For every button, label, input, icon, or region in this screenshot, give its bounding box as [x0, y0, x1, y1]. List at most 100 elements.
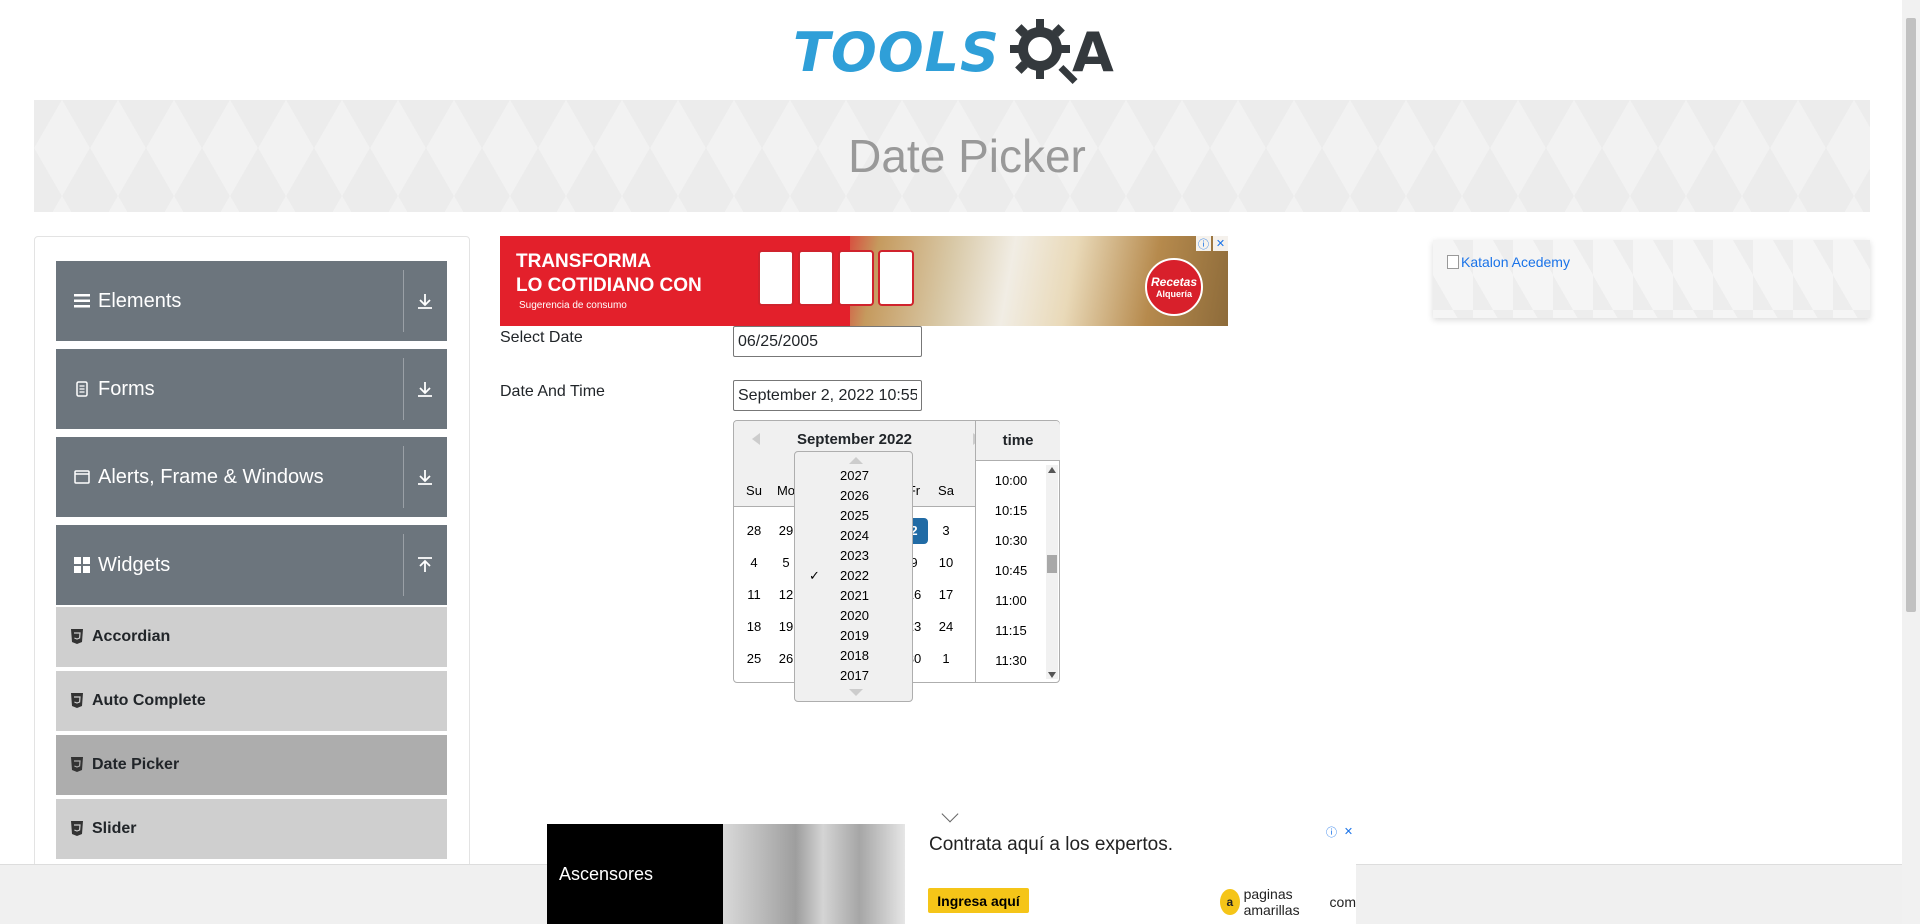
page-scrollbar-thumb[interactable]: [1906, 18, 1916, 612]
ad-product-image: [798, 250, 834, 306]
page-banner: Date Picker: [34, 100, 1870, 212]
sidebar-item-label: Accordian: [92, 628, 171, 645]
year-option[interactable]: 2017: [795, 668, 914, 683]
ad-info-icon[interactable]: ⓘ: [1196, 236, 1211, 251]
collapse-chevron-icon[interactable]: [941, 805, 959, 823]
ad-controls: ⓘ ✕: [1196, 236, 1228, 251]
time-option[interactable]: 10:00: [976, 473, 1046, 488]
time-header: time: [976, 421, 1060, 461]
broken-image: Katalon Acedemy: [1447, 254, 1570, 270]
ad-brand-suffix: com: [1329, 894, 1356, 910]
ad-info-icon[interactable]: ⓘ: [1324, 824, 1339, 839]
sidebar-group-label: Widgets: [98, 553, 171, 576]
html5-icon: [71, 693, 83, 708]
scroll-up-arrow-icon[interactable]: [1048, 467, 1056, 473]
year-scroll-down-icon[interactable]: [849, 689, 863, 696]
sidebar-group-label: Elements: [98, 289, 182, 312]
calendar-day[interactable]: 17: [932, 582, 960, 608]
divider: [403, 534, 404, 596]
calendar-day[interactable]: 28: [740, 518, 768, 544]
sidebar-group-widgets[interactable]: Widgets: [56, 525, 447, 605]
calendar-day[interactable]: 18: [740, 614, 768, 640]
sidebar-item-label: Slider: [92, 820, 137, 837]
year-option[interactable]: 2025: [795, 508, 914, 523]
upload-arrow-icon: [418, 557, 432, 572]
year-option[interactable]: 2023: [795, 548, 914, 563]
calendar-day[interactable]: 3: [932, 518, 960, 544]
year-option[interactable]: 2018: [795, 648, 914, 663]
time-option[interactable]: 11:15: [976, 623, 1046, 638]
paginas-amarillas-icon: a: [1220, 889, 1240, 915]
download-arrow-icon: [418, 382, 432, 397]
date-and-time-input[interactable]: [733, 380, 922, 411]
window-icon: [72, 467, 92, 487]
time-option[interactable]: 10:30: [976, 533, 1046, 548]
day-name: Su: [746, 483, 762, 498]
sidebar: Elements Forms Alerts, Frame & Windows W…: [34, 236, 470, 924]
ad-bottom-headline: Contrata aquí a los expertos.: [929, 834, 1173, 855]
divider: [403, 270, 404, 332]
scroll-down-arrow-icon[interactable]: [1048, 672, 1056, 678]
ad-bottom-controls: ⓘ ✕: [1324, 824, 1356, 839]
year-option[interactable]: 2026: [795, 488, 914, 503]
ad-brand: a paginas amarillas com: [1220, 886, 1356, 918]
ad-banner-top[interactable]: TRANSFORMA LO COTIDIANO CON Sugerencia d…: [500, 236, 1228, 326]
ad-elevator-image: [723, 824, 905, 924]
toolsqa-logo[interactable]: TOOLS A: [793, 14, 1115, 90]
time-option[interactable]: 11:00: [976, 593, 1046, 608]
ad-product-image: [758, 250, 794, 306]
year-scroll-up-icon[interactable]: [849, 457, 863, 464]
select-date-label: Select Date: [500, 329, 583, 346]
year-option[interactable]: 2021: [795, 588, 914, 603]
ad-cta-button[interactable]: Ingresa aquí: [928, 888, 1029, 913]
calendar-day[interactable]: 25: [740, 646, 768, 672]
calendar-day[interactable]: 1: [932, 646, 960, 672]
calendar-day[interactable]: 4: [740, 550, 768, 576]
year-option[interactable]: 2019: [795, 628, 914, 643]
ad-close-icon[interactable]: ✕: [1341, 824, 1356, 839]
year-option[interactable]: 2020: [795, 608, 914, 623]
calendar-day[interactable]: 24: [932, 614, 960, 640]
day-name: Sa: [938, 483, 954, 498]
sidebar-group-alerts[interactable]: Alerts, Frame & Windows: [56, 437, 447, 517]
time-scrollbar-thumb[interactable]: [1047, 555, 1057, 573]
sidebar-group-label: Alerts, Frame & Windows: [98, 465, 324, 488]
sidebar-item-accordian[interactable]: Accordian: [56, 607, 447, 669]
year-option[interactable]: 2027: [795, 468, 914, 483]
sidebar-item-auto-complete[interactable]: Auto Complete: [56, 671, 447, 733]
sidebar-item-slider[interactable]: Slider: [56, 799, 447, 861]
sidebar-group-elements[interactable]: Elements: [56, 261, 447, 341]
time-option[interactable]: 10:15: [976, 503, 1046, 518]
ad-banner-bottom[interactable]: Ascensores Contrata aquí a los expertos.…: [547, 824, 1356, 924]
current-month-label: September 2022: [796, 431, 913, 448]
sidebar-group-forms[interactable]: Forms: [56, 349, 447, 429]
logo-text-suffix: A: [1071, 20, 1114, 84]
ad-headline-line-2: LO COTIDIANO CON: [516, 275, 702, 296]
ad-brand-badge: Recetas Alquería: [1145, 258, 1203, 316]
select-date-input[interactable]: [733, 326, 922, 357]
ad-badge-subtext: Alquería: [1155, 289, 1192, 299]
ad-category: Ascensores: [547, 824, 723, 924]
html5-icon: [71, 629, 83, 644]
time-option[interactable]: 10:45: [976, 563, 1046, 578]
ad-right-katalon[interactable]: Katalon Acedemy: [1433, 240, 1870, 318]
download-arrow-icon: [418, 294, 432, 309]
html5-icon: [71, 757, 83, 772]
calendar-day[interactable]: 10: [932, 550, 960, 576]
date-and-time-label: Date And Time: [500, 383, 605, 400]
page-title: Date Picker: [848, 130, 1086, 182]
year-option[interactable]: 2024: [795, 528, 914, 543]
hamburger-icon: [72, 291, 92, 311]
grid-icon: [72, 555, 92, 575]
sidebar-group-label: Forms: [98, 377, 155, 400]
calendar-day[interactable]: 11: [740, 582, 768, 608]
divider: [403, 446, 404, 508]
ad-close-icon[interactable]: ✕: [1213, 236, 1228, 251]
sidebar-item-date-picker[interactable]: Date Picker: [56, 735, 447, 797]
ad-brand-text: paginas amarillas: [1243, 886, 1300, 918]
document-icon: [72, 379, 92, 399]
time-option[interactable]: 11:30: [976, 653, 1046, 668]
logo-text: TOOLS: [793, 20, 1000, 84]
ad-badge-text: Recetas: [1150, 275, 1198, 289]
ad-product-image: [838, 250, 874, 306]
